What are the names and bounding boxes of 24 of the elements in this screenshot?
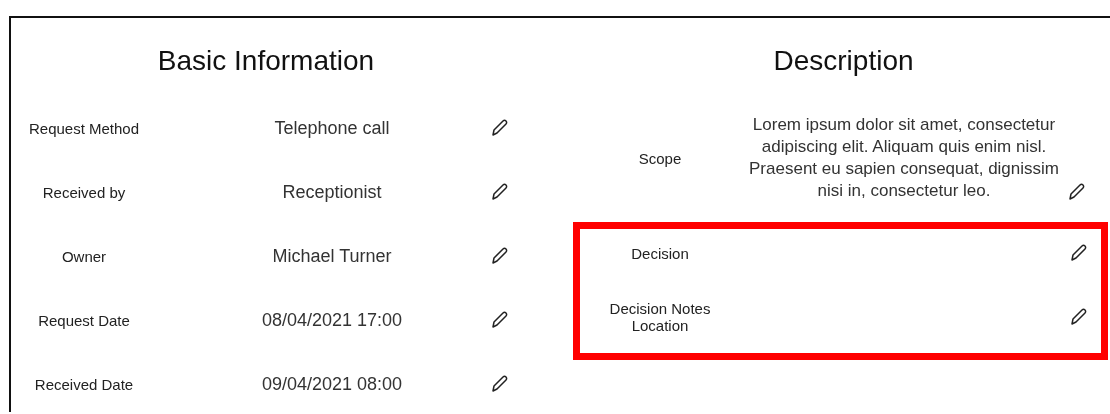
field-label: Received Date: [33, 375, 135, 393]
field-value: 08/04/2021 17:00: [260, 309, 404, 331]
pencil-icon[interactable]: [490, 118, 510, 138]
field-label: Decision Notes Location: [608, 300, 712, 334]
field-value: 09/04/2021 08:00: [260, 373, 404, 395]
field-value: Michael Turner: [271, 245, 393, 267]
pencil-icon[interactable]: [490, 310, 510, 330]
field-value: Lorem ipsum dolor sit amet, consectetur adipiscing elit. Aliquam quis enim nisl. Praesent eu sapien consequat, dignissim nisi in, consectetur leo.: [748, 114, 1060, 202]
section-title: Description: [772, 44, 915, 78]
field-value: Telephone call: [273, 117, 391, 139]
pencil-icon[interactable]: [1069, 307, 1089, 327]
field-label: Decision: [630, 244, 690, 262]
pencil-icon[interactable]: [490, 246, 510, 266]
field-label: Owner: [60, 247, 108, 265]
field-label: Scope: [637, 149, 683, 167]
section-title: Basic Information: [156, 44, 376, 78]
field-label: Request Date: [37, 311, 131, 329]
pencil-icon[interactable]: [490, 374, 510, 394]
field-label: Received by: [41, 183, 127, 201]
pencil-icon[interactable]: [490, 182, 510, 202]
field-value: Receptionist: [281, 181, 383, 203]
field-label: Request Method: [27, 119, 141, 137]
pencil-icon[interactable]: [1067, 182, 1087, 202]
pencil-icon[interactable]: [1069, 243, 1089, 263]
